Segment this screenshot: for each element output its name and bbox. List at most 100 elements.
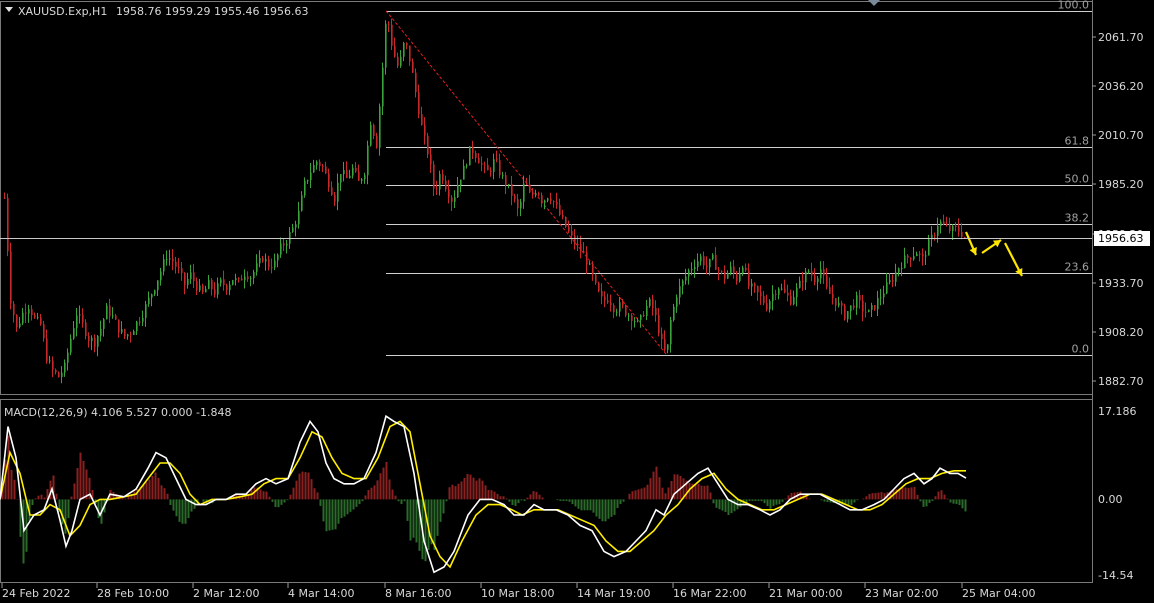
bear-candle-body xyxy=(718,269,720,272)
bear-candle-body xyxy=(841,302,843,306)
bear-candle-body xyxy=(844,305,846,320)
bull-candle-body xyxy=(649,298,651,306)
bull-candle-body xyxy=(796,287,798,298)
bear-candle-body xyxy=(532,192,534,195)
bull-candle-body xyxy=(730,266,732,273)
time-tick-label: 24 Feb 2022 xyxy=(2,587,70,600)
bull-candle-body xyxy=(367,145,369,176)
bear-candle-body xyxy=(553,201,555,203)
bear-candle-body xyxy=(391,24,393,46)
bear-candle-body xyxy=(427,135,429,155)
bear-candle-body xyxy=(790,295,792,305)
bull-candle-body xyxy=(742,267,744,274)
bear-candle-body xyxy=(511,183,513,196)
bear-candle-body xyxy=(25,312,27,314)
bull-candle-body xyxy=(205,288,207,293)
bear-candle-body xyxy=(88,335,90,341)
symbol-label: XAUUSD.Exp,H1 xyxy=(18,5,107,18)
bear-candle-body xyxy=(139,321,141,323)
bull-candle-body xyxy=(667,344,669,350)
bear-candle-body xyxy=(565,216,567,227)
bear-candle-body xyxy=(7,197,9,252)
bear-candle-body xyxy=(85,322,87,336)
bear-candle-body xyxy=(811,271,813,276)
bear-candle-body xyxy=(745,267,747,271)
bear-candle-body xyxy=(577,244,579,246)
bear-candle-body xyxy=(526,183,528,185)
bull-candle-body xyxy=(103,319,105,329)
bull-candle-body xyxy=(469,146,471,166)
dropdown-triangle-icon[interactable] xyxy=(5,7,13,12)
bull-candle-body xyxy=(244,276,246,281)
macd-tick-zero: 0.00 xyxy=(1098,493,1123,506)
bull-candle-body xyxy=(148,297,150,305)
fibonacci-levels[interactable]: 100.0 61.8 50.0 38.2 23.6 0.0 xyxy=(386,0,1092,356)
bear-candle-body xyxy=(181,268,183,273)
bull-candle-body xyxy=(22,312,24,324)
bull-candle-body xyxy=(952,225,954,232)
bull-candle-body xyxy=(808,271,810,273)
bull-candle-body xyxy=(904,255,906,268)
bear-candle-body xyxy=(763,296,765,304)
bull-candle-body xyxy=(292,227,294,233)
bear-candle-body xyxy=(271,267,273,269)
bull-candle-body xyxy=(136,321,138,332)
bear-candle-body xyxy=(376,135,378,148)
price-chart[interactable]: XAUUSD.Exp,H1 1958.76 1959.29 1955.46 19… xyxy=(0,0,1154,603)
bear-candle-body xyxy=(757,286,759,293)
bear-candle-body xyxy=(172,258,174,262)
price-tick-label: 1985.20 xyxy=(1098,178,1144,191)
bull-candle-body xyxy=(688,270,690,277)
bear-candle-body xyxy=(724,271,726,279)
price-tick-label: 1882.70 xyxy=(1098,375,1144,388)
bear-candle-body xyxy=(748,270,750,287)
bear-candle-body xyxy=(601,291,603,297)
bull-candle-body xyxy=(79,314,81,316)
bear-candle-body xyxy=(406,42,408,46)
bull-candle-body xyxy=(646,305,648,317)
bull-candle-body xyxy=(901,267,903,269)
bear-candle-body xyxy=(478,157,480,164)
bear-candle-body xyxy=(562,214,564,217)
bear-candle-body xyxy=(409,45,411,62)
bull-candle-body xyxy=(169,258,171,260)
bear-candle-body xyxy=(328,173,330,188)
bear-candle-body xyxy=(823,269,825,276)
bull-candle-body xyxy=(889,280,891,283)
bull-candle-body xyxy=(154,290,156,295)
chart-shift-marker-icon[interactable] xyxy=(868,0,880,6)
bull-candle-body xyxy=(454,197,456,202)
bear-candle-body xyxy=(784,288,786,293)
bear-candle-body xyxy=(907,255,909,258)
bull-candle-body xyxy=(76,315,78,329)
bull-candle-body xyxy=(682,280,684,287)
bull-candle-body xyxy=(619,302,621,312)
bull-candle-body xyxy=(316,161,318,166)
bull-candle-body xyxy=(523,183,525,202)
time-tick-label: 23 Mar 02:00 xyxy=(865,587,938,600)
price-tick-label: 1908.20 xyxy=(1098,326,1144,339)
bear-candle-body xyxy=(40,317,42,325)
bear-candle-body xyxy=(124,329,126,337)
bear-candle-body xyxy=(658,315,660,334)
bear-candle-body xyxy=(964,236,966,238)
fib-level-label: 61.8 xyxy=(1065,135,1090,148)
ohlc-readout: 1958.76 1959.29 1955.46 1956.63 xyxy=(116,5,308,18)
bear-candle-body xyxy=(958,226,960,232)
bear-candle-body xyxy=(52,360,54,370)
bull-candle-body xyxy=(250,278,252,280)
bear-candle-body xyxy=(331,187,333,195)
bull-candle-body xyxy=(217,283,219,295)
bull-candle-body xyxy=(793,297,795,305)
bear-candle-body xyxy=(946,224,948,226)
bear-candle-body xyxy=(949,225,951,232)
bull-candle-body xyxy=(928,239,930,256)
bull-candle-body xyxy=(133,331,135,335)
bear-candle-body xyxy=(178,266,180,269)
bull-candle-body xyxy=(898,268,900,273)
bull-candle-body xyxy=(70,338,72,353)
bear-candle-body xyxy=(592,263,594,275)
bull-candle-body xyxy=(142,317,144,322)
bull-candle-body xyxy=(634,320,636,322)
bear-candle-body xyxy=(661,333,663,340)
